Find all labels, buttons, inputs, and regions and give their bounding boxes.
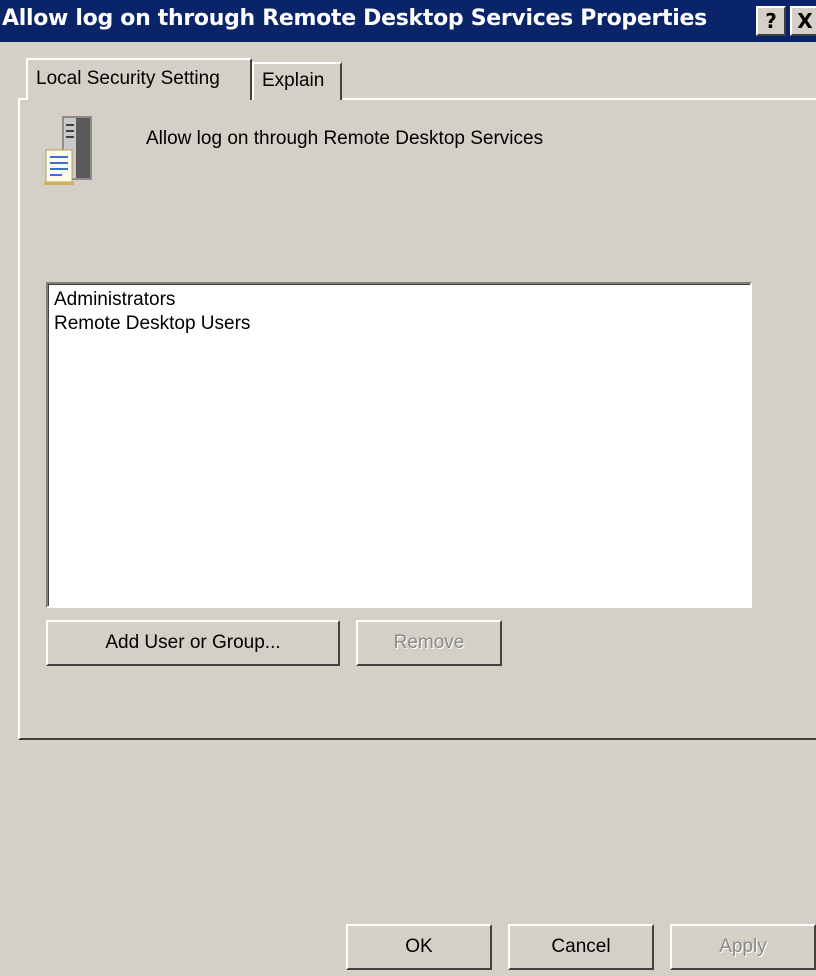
cancel-button[interactable]: Cancel: [508, 924, 654, 970]
list-item[interactable]: Administrators: [54, 288, 744, 312]
tab-local-security-setting[interactable]: Local Security Setting: [26, 58, 252, 100]
close-button[interactable]: X: [790, 6, 816, 36]
properties-dialog: Allow log on through Remote Desktop Serv…: [0, 0, 816, 976]
help-button[interactable]: ?: [756, 6, 786, 36]
remove-button[interactable]: Remove: [356, 620, 502, 666]
window-title: Allow log on through Remote Desktop Serv…: [2, 6, 707, 31]
apply-button[interactable]: Apply: [670, 924, 816, 970]
tab-explain[interactable]: Explain: [252, 62, 342, 100]
server-policy-icon: [44, 116, 92, 185]
members-list[interactable]: Administrators Remote Desktop Users: [46, 282, 752, 608]
title-bar[interactable]: Allow log on through Remote Desktop Serv…: [0, 0, 816, 42]
add-user-or-group-button[interactable]: Add User or Group...: [46, 620, 340, 666]
ok-button[interactable]: OK: [346, 924, 492, 970]
list-item[interactable]: Remote Desktop Users: [54, 312, 744, 336]
policy-name: Allow log on through Remote Desktop Serv…: [146, 128, 544, 149]
